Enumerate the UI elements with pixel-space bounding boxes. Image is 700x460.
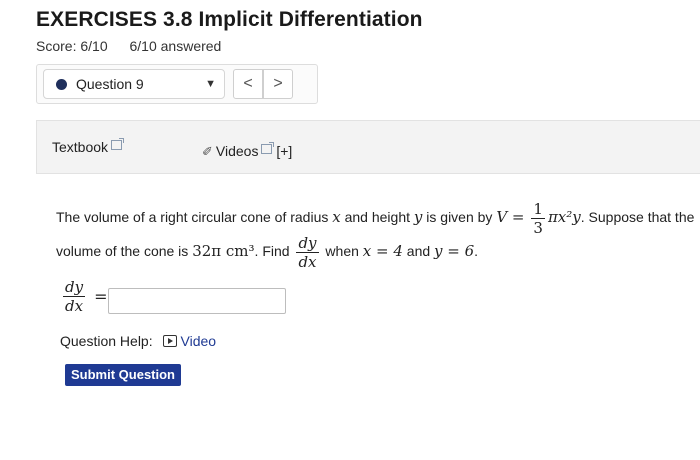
more-videos-toggle[interactable]: [+] xyxy=(276,143,292,159)
answer-input[interactable] xyxy=(108,288,286,314)
problem-text: . Find xyxy=(254,243,290,260)
paperclip-icon: ✐ xyxy=(202,144,213,159)
next-question-button[interactable]: > xyxy=(263,69,293,99)
fraction-numerator: dy xyxy=(296,234,319,253)
external-link-icon xyxy=(261,142,275,154)
question-help: Question Help: Video xyxy=(60,333,216,349)
fraction-numerator: dy xyxy=(63,278,86,297)
answered-text: 6/10 answered xyxy=(129,38,222,54)
fraction-numerator: 1 xyxy=(531,200,545,219)
derivative-fraction: dy dx xyxy=(296,234,319,271)
volume-value: 32π cm³ xyxy=(192,242,255,261)
videos-label: Videos xyxy=(215,143,259,159)
fraction-denominator: dx xyxy=(298,253,317,271)
textbook-label: Textbook xyxy=(52,139,109,155)
problem-text: . xyxy=(474,243,479,260)
question-navigator: Question 9 ▼ < > xyxy=(36,64,318,104)
problem-text: and xyxy=(406,243,431,260)
math-var: y xyxy=(413,208,423,227)
problem-text: when xyxy=(325,243,359,260)
status-dot-icon xyxy=(56,79,67,90)
score-line: Score: 6/10 6/10 answered xyxy=(36,38,221,54)
question-select[interactable]: Question 9 ▼ xyxy=(43,69,225,99)
formula-lhs: V = xyxy=(496,208,525,227)
formula-fraction: 13 xyxy=(531,200,545,237)
answer-derivative: dy dx xyxy=(63,278,86,315)
condition-y: y = 6 xyxy=(434,242,475,261)
videos-link[interactable]: ✐ Videos [+] xyxy=(202,142,292,160)
question-select-label: Question 9 xyxy=(76,76,144,92)
fraction-denominator: 3 xyxy=(533,219,543,237)
answer-row: dy dx = xyxy=(60,278,286,322)
help-video-label: Video xyxy=(180,333,217,349)
score-text: Score: 6/10 xyxy=(36,38,108,54)
submit-question-button[interactable]: Submit Question xyxy=(65,364,181,386)
play-video-icon xyxy=(162,335,177,347)
equals-sign: = xyxy=(94,287,108,306)
problem-text: volume of the cone is xyxy=(56,243,189,260)
page-title: EXERCISES 3.8 Implicit Differentiation xyxy=(36,8,423,31)
textbook-link[interactable]: Textbook xyxy=(52,138,125,155)
external-link-icon xyxy=(111,138,125,150)
problem-text: . Suppose that the xyxy=(580,209,695,226)
caret-down-icon: ▼ xyxy=(205,78,216,90)
math-var: x xyxy=(332,208,341,227)
problem-text: The volume of a right circular cone of r… xyxy=(56,209,329,226)
fraction-denominator: dx xyxy=(65,297,84,315)
condition-x: x = 4 xyxy=(362,242,403,261)
problem-text: and height xyxy=(344,209,411,226)
resources-bar: Textbook ✐ Videos [+] xyxy=(36,120,700,174)
problem-text: is given by xyxy=(426,209,493,226)
question-help-label: Question Help: xyxy=(60,333,153,349)
help-video-link[interactable]: Video xyxy=(162,333,217,349)
previous-question-button[interactable]: < xyxy=(233,69,263,99)
formula-rhs: πx²y xyxy=(547,208,581,227)
